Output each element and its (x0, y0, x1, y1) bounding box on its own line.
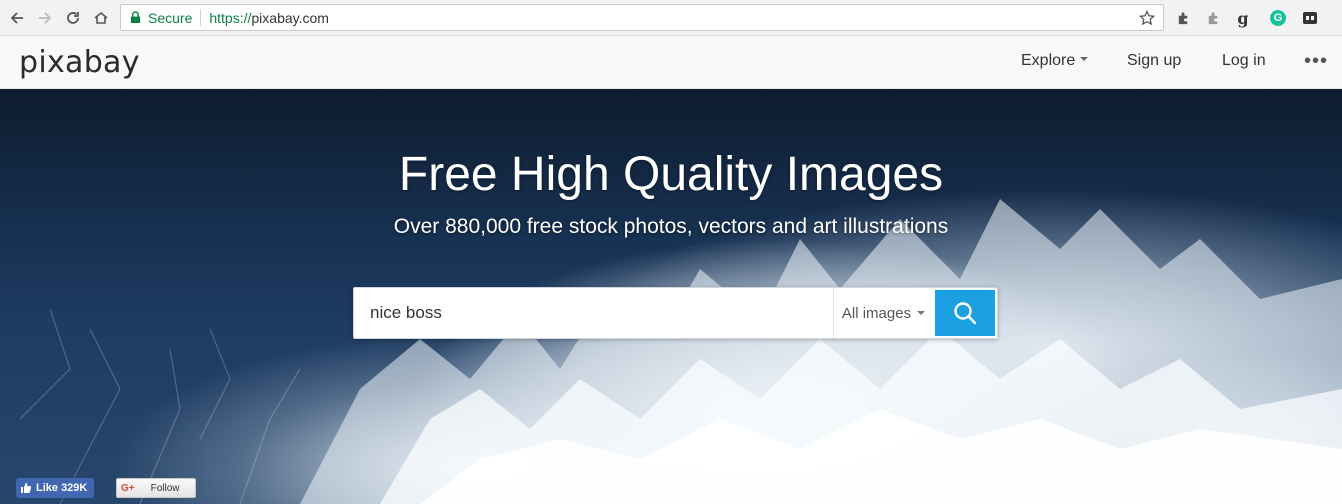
previous-image-icon[interactable]: ‹ (1239, 481, 1244, 497)
security-label: Secure (148, 9, 193, 26)
extension-puzzle-icon[interactable] (1202, 7, 1224, 29)
next-image-icon[interactable]: › (1327, 481, 1332, 497)
reload-icon (67, 12, 79, 24)
site-header: pixabay Explore Sign up Log in ••• (0, 37, 1342, 89)
search-icon (954, 302, 977, 325)
hero-banner: Free High Quality Images Over 880,000 fr… (0, 89, 1342, 504)
photo-credit[interactable]: Pezibear (1265, 482, 1316, 497)
url-host: pixabay.com (251, 9, 329, 26)
bookmark-star-icon[interactable] (1139, 10, 1155, 26)
forward-button[interactable] (34, 7, 56, 29)
url-scheme: https:// (209, 9, 252, 26)
hero-subtitle: Over 880,000 free stock photos, vectors … (393, 215, 949, 238)
url-text: https://pixabay.com (209, 10, 329, 26)
grammarly-icon[interactable]: G (1267, 7, 1289, 29)
address-bar[interactable]: Secure https://pixabay.com (120, 4, 1164, 31)
search-input[interactable] (354, 288, 832, 338)
thumbs-up-icon (21, 483, 32, 493)
search-bar: All images (353, 287, 998, 339)
extension-icon[interactable] (1299, 7, 1321, 29)
caret-down-icon (917, 311, 926, 315)
search-type-dropdown[interactable]: All images (833, 288, 933, 338)
google-follow-label: Follow (150, 482, 180, 494)
google-plus-follow-button[interactable]: G+ Follow (116, 478, 196, 498)
back-arrow-icon (10, 12, 23, 24)
home-icon (94, 11, 108, 24)
explore-menu[interactable]: Explore (1021, 52, 1089, 70)
home-button[interactable] (90, 7, 112, 29)
reload-button[interactable] (62, 7, 84, 29)
address-divider (200, 9, 202, 26)
signup-link[interactable]: Sign up (1127, 52, 1181, 70)
caret-down-icon (1080, 56, 1089, 61)
back-button[interactable] (6, 7, 28, 29)
pixabay-logo[interactable]: pixabay (19, 45, 140, 80)
hero-title: Free High Quality Images (398, 148, 944, 201)
search-type-label: All images (841, 304, 912, 322)
login-link[interactable]: Log in (1222, 52, 1266, 70)
google-plus-icon: G+ (121, 482, 135, 494)
explore-label: Explore (1021, 52, 1076, 69)
extension-g-icon[interactable]: g (1232, 7, 1254, 29)
extension-puzzle-icon[interactable] (1172, 7, 1194, 29)
lock-icon (130, 11, 142, 25)
more-menu-icon[interactable]: ••• (1304, 50, 1328, 73)
search-button[interactable] (935, 290, 995, 336)
facebook-like-label: Like 329K (36, 482, 88, 494)
facebook-like-button[interactable]: Like 329K (16, 478, 94, 498)
browser-toolbar: Secure https://pixabay.com g G (0, 0, 1342, 36)
forward-arrow-icon (39, 12, 52, 24)
